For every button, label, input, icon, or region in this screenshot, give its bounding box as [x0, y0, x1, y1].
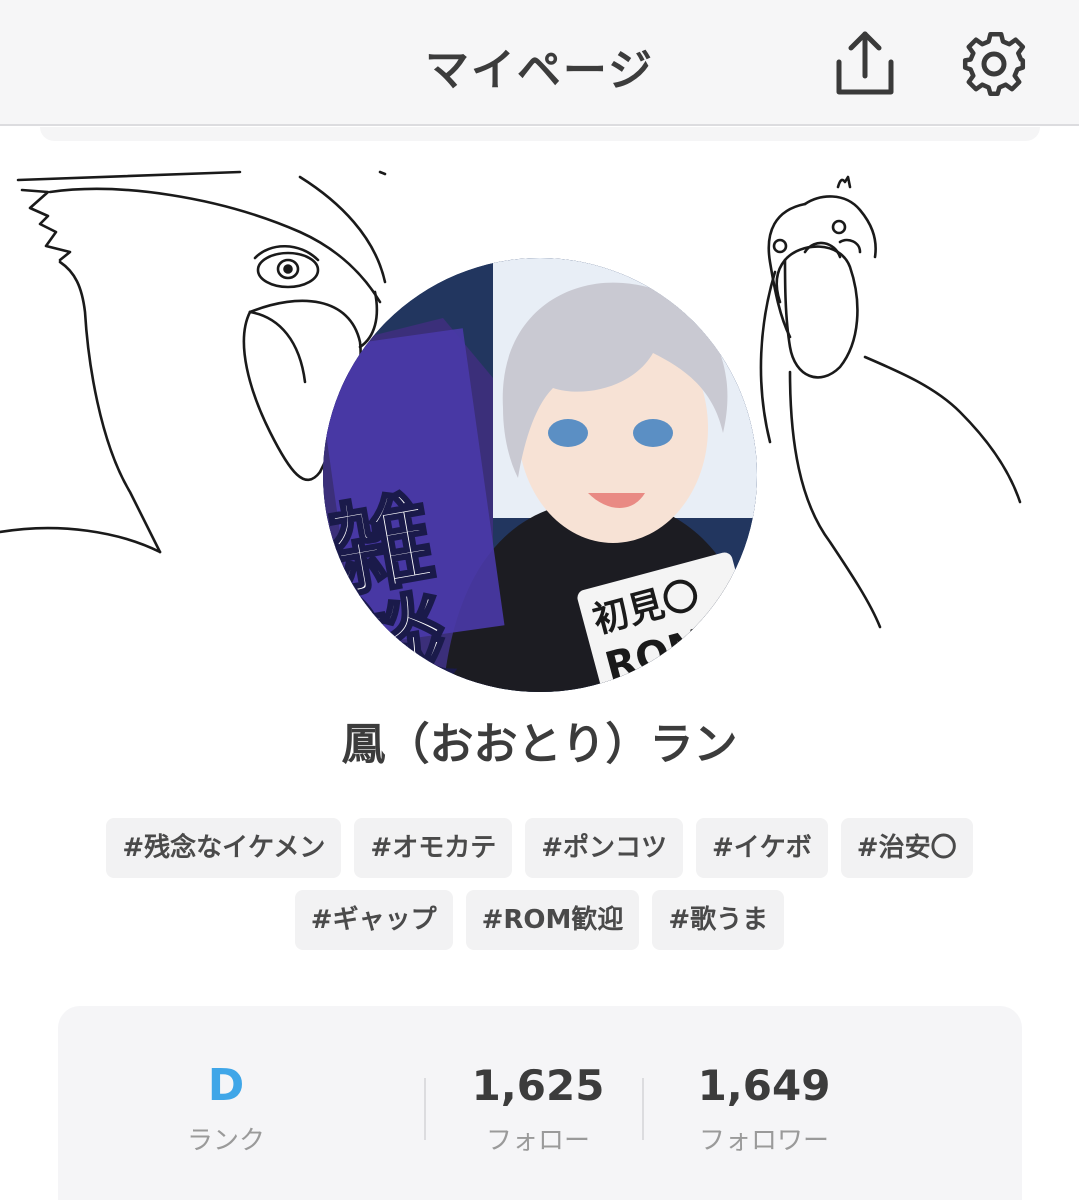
- follow-label: フォロー: [485, 1126, 590, 1156]
- tag-chip[interactable]: #歌うま: [652, 890, 785, 950]
- gear-icon[interactable]: [960, 28, 1028, 100]
- tag-chip[interactable]: #イケボ: [696, 818, 828, 878]
- header-shadow: [40, 127, 1040, 141]
- tags-row-1: #残念なイケメン #オモカテ #ポンコツ #イケボ #治安〇: [0, 818, 1079, 878]
- stats-panel: D ランク 1,625 フォロー 1,649 フォロワー: [58, 1006, 1022, 1200]
- follower-count: 1,649: [697, 1061, 831, 1110]
- rank-label: ランク: [186, 1126, 265, 1156]
- header-bar: マイページ: [0, 0, 1079, 126]
- tag-chip[interactable]: #ポンコツ: [525, 818, 683, 878]
- tags-row-2: #ギャップ #ROM歓迎 #歌うま: [0, 890, 1079, 950]
- tag-chip[interactable]: #残念なイケメン: [106, 818, 342, 878]
- tag-chip[interactable]: #治安〇: [840, 818, 973, 878]
- page-title: マイページ: [424, 45, 655, 96]
- tag-chip[interactable]: #ROM歓迎: [465, 890, 640, 950]
- rank-stat[interactable]: D ランク: [106, 1062, 346, 1157]
- tag-chip[interactable]: #ギャップ: [294, 890, 453, 950]
- profile-avatar[interactable]: 雑談 初見〇 ROM: [323, 258, 757, 692]
- my-page: マイページ 雑談 初見〇 ROM 鳳（おおとり）ラン #残念なイケメン #オモカ…: [0, 0, 1079, 1200]
- follower-label: フォロワー: [698, 1126, 829, 1156]
- profile-name: 鳳（おおとり）ラン: [341, 719, 738, 770]
- share-upload-icon[interactable]: [831, 28, 899, 100]
- tag-chip[interactable]: #オモカテ: [354, 818, 513, 878]
- follower-stat[interactable]: 1,649 フォロワー: [634, 1062, 894, 1157]
- follow-stat[interactable]: 1,625 フォロー: [418, 1062, 658, 1157]
- rank-value: D: [207, 1060, 245, 1111]
- follow-count: 1,625: [471, 1061, 605, 1110]
